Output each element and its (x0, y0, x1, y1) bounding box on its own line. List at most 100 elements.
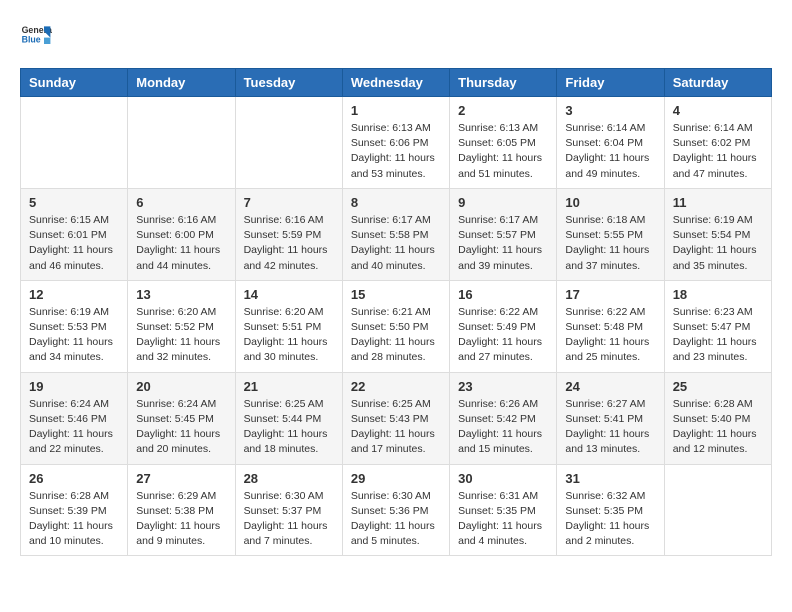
calendar-cell: 5 Sunrise: 6:15 AM Sunset: 6:01 PM Daylig… (21, 188, 128, 280)
weekday-header-row: SundayMondayTuesdayWednesdayThursdayFrid… (21, 69, 772, 97)
day-info: Sunrise: 6:19 AM Sunset: 5:53 PM Dayligh… (29, 305, 119, 366)
day-number: 6 (136, 195, 226, 210)
day-info: Sunrise: 6:29 AM Sunset: 5:38 PM Dayligh… (136, 489, 226, 550)
calendar-cell: 7 Sunrise: 6:16 AM Sunset: 5:59 PM Daylig… (235, 188, 342, 280)
calendar-cell: 19 Sunrise: 6:24 AM Sunset: 5:46 PM Dayli… (21, 372, 128, 464)
day-info: Sunrise: 6:16 AM Sunset: 6:00 PM Dayligh… (136, 213, 226, 274)
day-number: 31 (565, 471, 655, 486)
calendar-cell: 4 Sunrise: 6:14 AM Sunset: 6:02 PM Daylig… (664, 97, 771, 189)
week-row-4: 19 Sunrise: 6:24 AM Sunset: 5:46 PM Dayli… (21, 372, 772, 464)
day-info: Sunrise: 6:30 AM Sunset: 5:37 PM Dayligh… (244, 489, 334, 550)
day-number: 4 (673, 103, 763, 118)
calendar-cell: 1Sunrise: 6:13 AM Sunset: 6:06 PM Daylig… (342, 97, 449, 189)
week-row-5: 26 Sunrise: 6:28 AM Sunset: 5:39 PM Dayli… (21, 464, 772, 556)
calendar-cell: 24 Sunrise: 6:27 AM Sunset: 5:41 PM Dayli… (557, 372, 664, 464)
calendar-cell: 22 Sunrise: 6:25 AM Sunset: 5:43 PM Dayli… (342, 372, 449, 464)
calendar-cell (128, 97, 235, 189)
calendar-cell: 3 Sunrise: 6:14 AM Sunset: 6:04 PM Daylig… (557, 97, 664, 189)
day-info: Sunrise: 6:17 AM Sunset: 5:58 PM Dayligh… (351, 213, 441, 274)
day-info: Sunrise: 6:17 AM Sunset: 5:57 PM Dayligh… (458, 213, 548, 274)
weekday-header-wednesday: Wednesday (342, 69, 449, 97)
day-info: Sunrise: 6:18 AM Sunset: 5:55 PM Dayligh… (565, 213, 655, 274)
calendar-cell (235, 97, 342, 189)
calendar-cell: 27 Sunrise: 6:29 AM Sunset: 5:38 PM Dayli… (128, 464, 235, 556)
calendar-cell: 16 Sunrise: 6:22 AM Sunset: 5:49 PM Dayli… (450, 280, 557, 372)
calendar-cell (21, 97, 128, 189)
day-info: Sunrise: 6:32 AM Sunset: 5:35 PM Dayligh… (565, 489, 655, 550)
day-info: Sunrise: 6:27 AM Sunset: 5:41 PM Dayligh… (565, 397, 655, 458)
day-number: 25 (673, 379, 763, 394)
day-number: 30 (458, 471, 548, 486)
day-info: Sunrise: 6:26 AM Sunset: 5:42 PM Dayligh… (458, 397, 548, 458)
calendar-cell: 10 Sunrise: 6:18 AM Sunset: 5:55 PM Dayli… (557, 188, 664, 280)
day-number: 8 (351, 195, 441, 210)
weekday-header-monday: Monday (128, 69, 235, 97)
calendar-cell: 31 Sunrise: 6:32 AM Sunset: 5:35 PM Dayli… (557, 464, 664, 556)
day-info: Sunrise: 6:20 AM Sunset: 5:52 PM Dayligh… (136, 305, 226, 366)
day-info: Sunrise: 6:22 AM Sunset: 5:49 PM Dayligh… (458, 305, 548, 366)
calendar-cell: 26 Sunrise: 6:28 AM Sunset: 5:39 PM Dayli… (21, 464, 128, 556)
day-info: Sunrise: 6:31 AM Sunset: 5:35 PM Dayligh… (458, 489, 548, 550)
day-info: Sunrise: 6:13 AM Sunset: 6:05 PM Dayligh… (458, 121, 548, 182)
day-number: 23 (458, 379, 548, 394)
calendar-cell: 25Sunrise: 6:28 AM Sunset: 5:40 PM Dayli… (664, 372, 771, 464)
calendar: SundayMondayTuesdayWednesdayThursdayFrid… (20, 68, 772, 556)
day-info: Sunrise: 6:24 AM Sunset: 5:46 PM Dayligh… (29, 397, 119, 458)
day-number: 7 (244, 195, 334, 210)
day-info: Sunrise: 6:28 AM Sunset: 5:39 PM Dayligh… (29, 489, 119, 550)
weekday-header-saturday: Saturday (664, 69, 771, 97)
day-number: 19 (29, 379, 119, 394)
day-number: 24 (565, 379, 655, 394)
day-info: Sunrise: 6:16 AM Sunset: 5:59 PM Dayligh… (244, 213, 334, 274)
calendar-cell: 9Sunrise: 6:17 AM Sunset: 5:57 PM Daylig… (450, 188, 557, 280)
day-number: 5 (29, 195, 119, 210)
day-number: 3 (565, 103, 655, 118)
weekday-header-friday: Friday (557, 69, 664, 97)
calendar-cell: 28Sunrise: 6:30 AM Sunset: 5:37 PM Dayli… (235, 464, 342, 556)
logo-icon: General Blue (20, 20, 52, 52)
day-info: Sunrise: 6:23 AM Sunset: 5:47 PM Dayligh… (673, 305, 763, 366)
day-number: 20 (136, 379, 226, 394)
day-info: Sunrise: 6:25 AM Sunset: 5:44 PM Dayligh… (244, 397, 334, 458)
day-number: 27 (136, 471, 226, 486)
calendar-cell: 18Sunrise: 6:23 AM Sunset: 5:47 PM Dayli… (664, 280, 771, 372)
calendar-cell: 12 Sunrise: 6:19 AM Sunset: 5:53 PM Dayli… (21, 280, 128, 372)
calendar-cell: 14Sunrise: 6:20 AM Sunset: 5:51 PM Dayli… (235, 280, 342, 372)
day-info: Sunrise: 6:14 AM Sunset: 6:02 PM Dayligh… (673, 121, 763, 182)
calendar-cell: 8 Sunrise: 6:17 AM Sunset: 5:58 PM Daylig… (342, 188, 449, 280)
weekday-header-thursday: Thursday (450, 69, 557, 97)
day-info: Sunrise: 6:25 AM Sunset: 5:43 PM Dayligh… (351, 397, 441, 458)
calendar-cell (664, 464, 771, 556)
calendar-cell: 30 Sunrise: 6:31 AM Sunset: 5:35 PM Dayli… (450, 464, 557, 556)
day-info: Sunrise: 6:30 AM Sunset: 5:36 PM Dayligh… (351, 489, 441, 550)
day-number: 10 (565, 195, 655, 210)
week-row-2: 5 Sunrise: 6:15 AM Sunset: 6:01 PM Daylig… (21, 188, 772, 280)
day-info: Sunrise: 6:22 AM Sunset: 5:48 PM Dayligh… (565, 305, 655, 366)
weekday-header-sunday: Sunday (21, 69, 128, 97)
logo: General Blue (20, 20, 58, 52)
day-number: 11 (673, 195, 763, 210)
calendar-cell: 20Sunrise: 6:24 AM Sunset: 5:45 PM Dayli… (128, 372, 235, 464)
calendar-cell: 17Sunrise: 6:22 AM Sunset: 5:48 PM Dayli… (557, 280, 664, 372)
day-info: Sunrise: 6:14 AM Sunset: 6:04 PM Dayligh… (565, 121, 655, 182)
calendar-cell: 21 Sunrise: 6:25 AM Sunset: 5:44 PM Dayli… (235, 372, 342, 464)
calendar-cell: 13Sunrise: 6:20 AM Sunset: 5:52 PM Dayli… (128, 280, 235, 372)
day-info: Sunrise: 6:13 AM Sunset: 6:06 PM Dayligh… (351, 121, 441, 182)
header: General Blue (20, 20, 772, 52)
day-number: 29 (351, 471, 441, 486)
day-number: 15 (351, 287, 441, 302)
day-number: 21 (244, 379, 334, 394)
day-info: Sunrise: 6:20 AM Sunset: 5:51 PM Dayligh… (244, 305, 334, 366)
day-number: 12 (29, 287, 119, 302)
calendar-cell: 23 Sunrise: 6:26 AM Sunset: 5:42 PM Dayli… (450, 372, 557, 464)
day-number: 22 (351, 379, 441, 394)
day-info: Sunrise: 6:19 AM Sunset: 5:54 PM Dayligh… (673, 213, 763, 274)
day-number: 16 (458, 287, 548, 302)
day-number: 26 (29, 471, 119, 486)
calendar-cell: 29 Sunrise: 6:30 AM Sunset: 5:36 PM Dayli… (342, 464, 449, 556)
svg-text:Blue: Blue (22, 34, 41, 44)
calendar-cell: 6 Sunrise: 6:16 AM Sunset: 6:00 PM Daylig… (128, 188, 235, 280)
day-info: Sunrise: 6:15 AM Sunset: 6:01 PM Dayligh… (29, 213, 119, 274)
calendar-cell: 11 Sunrise: 6:19 AM Sunset: 5:54 PM Dayli… (664, 188, 771, 280)
day-number: 2 (458, 103, 548, 118)
